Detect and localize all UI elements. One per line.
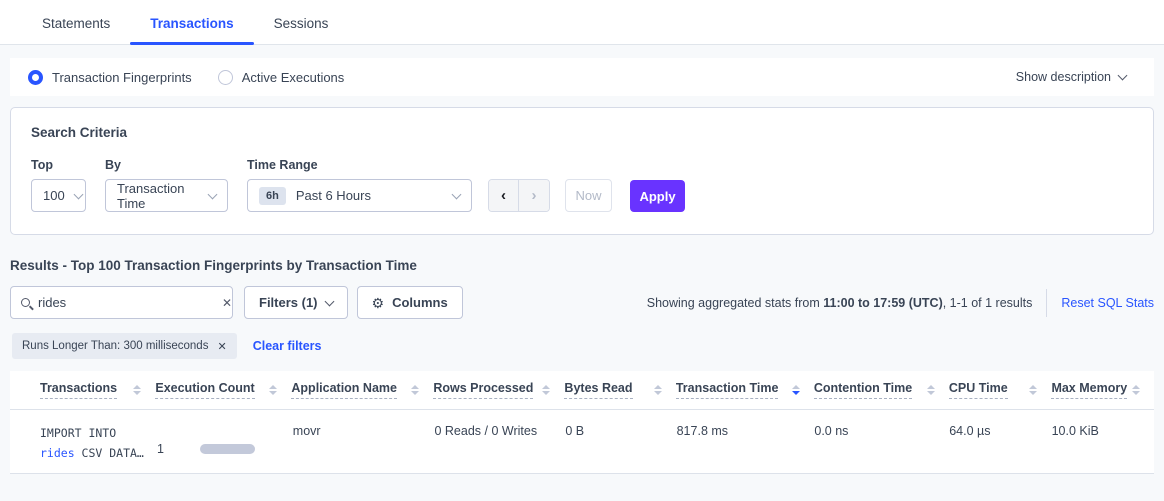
- radio-active-executions[interactable]: Active Executions: [218, 70, 345, 85]
- view-toggle-strip: Transaction Fingerprints Active Executio…: [10, 58, 1154, 96]
- column-header-cpu-time[interactable]: CPU Time: [949, 381, 1052, 399]
- gear-icon: ⚙: [372, 296, 385, 310]
- sort-icon[interactable]: [133, 385, 141, 395]
- time-range-next-button[interactable]: ›: [519, 180, 549, 211]
- clear-filters-link[interactable]: Clear filters: [253, 339, 322, 353]
- radio-unselected-icon: [218, 70, 233, 85]
- results-search-box: ✕: [10, 286, 233, 319]
- tab-statements[interactable]: Statements: [22, 4, 130, 44]
- top-label: Top: [31, 158, 86, 172]
- show-description-toggle[interactable]: Show description: [1016, 70, 1136, 84]
- sort-icon[interactable]: [411, 385, 419, 395]
- filter-chip: Runs Longer Than: 300 milliseconds ✕: [12, 333, 237, 359]
- column-header-contention-time[interactable]: Contention Time: [814, 381, 949, 399]
- stats-summary: Showing aggregated stats from 11:00 to 1…: [647, 296, 1033, 310]
- sort-icon[interactable]: [1029, 385, 1037, 395]
- sort-icon[interactable]: [1132, 385, 1140, 395]
- search-input[interactable]: [38, 295, 214, 310]
- search-criteria-card: Search Criteria Top 100 By Transaction T…: [10, 107, 1154, 235]
- time-range-prev-button[interactable]: ‹: [489, 180, 519, 211]
- transactions-table: Transactions Execution Count Application…: [10, 371, 1154, 474]
- max-memory-cell: 10.0 KiB: [1052, 424, 1154, 473]
- clear-search-icon[interactable]: ✕: [222, 296, 232, 310]
- reset-sql-stats-link[interactable]: Reset SQL Stats: [1061, 296, 1154, 310]
- transaction-fingerprint-link[interactable]: IMPORT INTO rides CSV DATA…: [40, 424, 157, 473]
- by-select[interactable]: Transaction Time: [105, 179, 228, 212]
- sort-desc-icon[interactable]: [792, 385, 800, 395]
- results-toolbar: ✕ Filters (1) ⚙ Columns Showing aggregat…: [10, 286, 1154, 319]
- chevron-down-icon: [1118, 70, 1128, 80]
- page-tabs: Statements Transactions Sessions: [0, 0, 1164, 45]
- remove-filter-icon[interactable]: ✕: [217, 340, 226, 353]
- tab-transactions[interactable]: Transactions: [130, 4, 253, 44]
- radio-selected-icon: [28, 70, 43, 85]
- radio-label: Transaction Fingerprints: [52, 70, 192, 85]
- cpu-time-cell: 64.0 µs: [949, 424, 1051, 473]
- column-header-application-name[interactable]: Application Name: [291, 381, 433, 399]
- chevron-down-icon: [208, 189, 218, 199]
- filter-chip-label: Runs Longer Than: 300 milliseconds: [22, 340, 208, 352]
- time-range-stepper: ‹ ›: [488, 179, 550, 212]
- columns-button[interactable]: ⚙ Columns: [357, 286, 463, 319]
- radio-label: Active Executions: [242, 70, 345, 85]
- now-button[interactable]: Now: [565, 179, 612, 212]
- by-select-value: Transaction Time: [117, 181, 199, 211]
- filter-chip-row: Runs Longer Than: 300 milliseconds ✕ Cle…: [12, 333, 1154, 359]
- results-heading: Results - Top 100 Transaction Fingerprin…: [10, 258, 1154, 273]
- column-header-bytes-read[interactable]: Bytes Read: [564, 381, 675, 399]
- time-range-badge: 6h: [259, 187, 286, 205]
- chevron-down-icon: [73, 189, 83, 199]
- top-select[interactable]: 100: [31, 179, 86, 212]
- sort-icon[interactable]: [927, 385, 935, 395]
- radio-transaction-fingerprints[interactable]: Transaction Fingerprints: [28, 70, 192, 85]
- sort-icon[interactable]: [654, 385, 662, 395]
- table-header-row: Transactions Execution Count Application…: [10, 371, 1154, 410]
- transaction-time-cell: 817.8 ms: [677, 424, 815, 473]
- contention-time-cell: 0.0 ns: [814, 424, 949, 473]
- stats-time-range: 11:00 to 17:59 (UTC): [823, 296, 942, 310]
- rows-processed-cell: 0 Reads / 0 Writes: [434, 424, 565, 473]
- filters-button[interactable]: Filters (1): [244, 286, 348, 319]
- show-description-label: Show description: [1016, 70, 1111, 84]
- sort-icon[interactable]: [542, 385, 550, 395]
- table-row: IMPORT INTO rides CSV DATA… 1 movr 0 Rea…: [10, 410, 1154, 474]
- bytes-read-cell: 0 B: [565, 424, 676, 473]
- column-header-transactions[interactable]: Transactions: [40, 381, 155, 399]
- time-range-value: Past 6 Hours: [296, 188, 371, 203]
- by-label: By: [105, 158, 228, 172]
- sort-icon[interactable]: [269, 385, 277, 395]
- apply-button[interactable]: Apply: [630, 180, 685, 212]
- application-name-cell: movr: [293, 424, 435, 473]
- search-icon: [21, 298, 30, 307]
- time-range-label: Time Range: [247, 158, 472, 172]
- top-select-value: 100: [43, 188, 65, 203]
- column-header-transaction-time[interactable]: Transaction Time: [676, 381, 814, 399]
- execution-count-bar: [200, 444, 255, 454]
- column-header-rows-processed[interactable]: Rows Processed: [433, 381, 564, 399]
- columns-button-label: Columns: [392, 295, 448, 310]
- divider: [1046, 289, 1047, 317]
- chevron-down-icon: [452, 189, 462, 199]
- chevron-down-icon: [324, 296, 334, 306]
- execution-count-cell: 1: [157, 424, 293, 473]
- column-header-execution-count[interactable]: Execution Count: [155, 381, 291, 399]
- search-criteria-title: Search Criteria: [31, 125, 1133, 140]
- tab-sessions[interactable]: Sessions: [254, 4, 349, 44]
- column-header-max-memory[interactable]: Max Memory: [1051, 381, 1154, 399]
- time-range-select[interactable]: 6h Past 6 Hours: [247, 179, 472, 212]
- filters-button-label: Filters (1): [259, 295, 318, 310]
